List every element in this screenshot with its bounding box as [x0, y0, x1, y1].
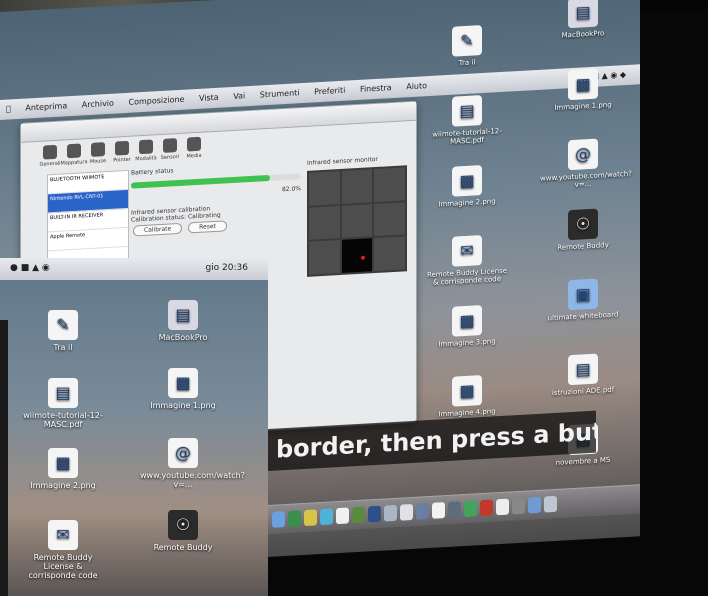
folder-icon: ▣: [568, 278, 598, 311]
license-icon: ✉: [452, 235, 482, 267]
dock-app-icon[interactable]: [320, 508, 333, 526]
dock: [266, 484, 640, 535]
battery-progress-fill: [131, 174, 271, 189]
dock-trash-icon[interactable]: [544, 495, 557, 513]
overlay-icon-image-1[interactable]: ▩ Immagine 1.png: [140, 368, 226, 410]
overlay-icon-pdf[interactable]: ▤ wiimote-tutorial-12-MASC.pdf: [20, 378, 106, 429]
dock-app-icon[interactable]: [368, 505, 381, 523]
dock-app-icon[interactable]: [464, 500, 477, 518]
pdf-icon: ▤: [568, 353, 598, 386]
menu-extras-icons[interactable]: ● ■ ▲ ◉: [10, 263, 50, 273]
image-icon: ▩: [452, 305, 482, 337]
menu-item-archivio[interactable]: Archivio: [82, 99, 114, 110]
desktop-icon-remote-buddy[interactable]: ☉ Remote Buddy: [540, 207, 626, 253]
apple-menu-icon[interactable]: : [6, 104, 11, 113]
toolbar-sensors-button[interactable]: Sensori: [161, 138, 179, 165]
pointer-icon: [115, 140, 129, 156]
toolbar-mode-button[interactable]: Modalità: [135, 139, 157, 166]
image-icon: ▩: [48, 448, 78, 478]
ir-point-dot: [360, 255, 365, 260]
overlay-icon-webloc[interactable]: @ www.youtube.com/watch?v=...: [140, 438, 245, 489]
dock-app-icon[interactable]: [448, 501, 461, 518]
dock-app-icon[interactable]: [512, 497, 525, 515]
sensor-active-cell: [341, 238, 373, 273]
overlay-icon-image-2[interactable]: ▩ Immagine 2.png: [20, 448, 106, 490]
dock-app-icon[interactable]: [496, 498, 509, 516]
dock-app-icon[interactable]: [384, 504, 397, 522]
dock-app-icon[interactable]: [336, 507, 349, 525]
menu-item-preferiti[interactable]: Preferiti: [314, 86, 345, 97]
menu-item-strumenti[interactable]: Strumenti: [260, 88, 300, 99]
document-icon: ✎: [48, 310, 78, 340]
menu-clock[interactable]: gio 20:36: [205, 263, 248, 273]
overlay-icon-macbookpro[interactable]: ▤ MacBookPro: [140, 300, 226, 342]
app-icon: ☉: [568, 208, 598, 241]
device-item-apple-remote[interactable]: Apple Remote: [48, 227, 128, 252]
ir-sensor-monitor: Infrared sensor monitor: [307, 154, 407, 277]
desktop-icon-pdf-istruzioni[interactable]: ▤ istruzioni ADE.pdf: [540, 352, 626, 398]
battery-value: 82.0%: [281, 185, 301, 194]
webloc-icon: @: [568, 138, 598, 171]
desktop-icon-file[interactable]: ✎ Tra il: [424, 23, 510, 69]
menu-item-vai[interactable]: Vai: [233, 91, 245, 101]
menu-item-aiuto[interactable]: Aiuto: [406, 81, 427, 91]
mouse-icon: [91, 142, 105, 157]
menu-item-app[interactable]: Anteprima: [25, 101, 67, 112]
desktop-icon-license[interactable]: ✉ Remote Buddy License & corrisponde code: [424, 233, 510, 287]
desktop-icon-folder[interactable]: ▣ ultimate whiteboard: [540, 277, 626, 323]
dock-app-icon[interactable]: [480, 499, 493, 517]
license-icon: ✉: [48, 520, 78, 550]
hard-drive-icon: ▤: [568, 0, 598, 29]
sensor-grid: [307, 165, 407, 277]
image-icon: ▩: [452, 165, 482, 197]
desktop-icon-image-3[interactable]: ▩ Immagine 3.png: [424, 303, 510, 349]
dock-app-icon[interactable]: [288, 510, 301, 527]
desktop-icon-webloc[interactable]: @ www.youtube.com/watch?v=...: [540, 137, 632, 191]
sensor-icon: [163, 138, 177, 153]
hard-drive-icon: ▤: [168, 300, 198, 330]
pdf-icon: ▤: [452, 95, 482, 127]
webloc-icon: @: [168, 438, 198, 468]
dock-app-icon[interactable]: [304, 509, 317, 527]
reset-button[interactable]: Reset: [188, 220, 227, 234]
dock-app-icon[interactable]: [432, 502, 445, 519]
image-icon: ▩: [452, 375, 482, 407]
image-icon: ▩: [168, 368, 198, 398]
menu-item-composizione[interactable]: Composizione: [128, 95, 184, 107]
desktop-icon-image-2[interactable]: ▩ Immagine 2.png: [424, 163, 510, 209]
overlay-menu-bar: ● ■ ▲ ◉ gio 20:36: [0, 258, 268, 280]
overlay-icon-file[interactable]: ✎ Tra il: [20, 310, 106, 352]
dock-app-icon[interactable]: [400, 503, 413, 521]
desktop-icon-image-4[interactable]: ▩ Immagine 4.png: [424, 373, 510, 419]
general-icon: [43, 144, 57, 160]
calibrate-button[interactable]: Calibrate: [133, 222, 183, 237]
toolbar-mapping-button[interactable]: Mappatura: [60, 143, 88, 170]
image-icon: ▩: [568, 68, 598, 101]
dock-app-icon[interactable]: [416, 503, 429, 520]
menu-item-vista[interactable]: Vista: [199, 93, 219, 103]
dock-finder-icon[interactable]: [272, 511, 285, 528]
pdf-icon: ▤: [48, 378, 78, 408]
desktop-icon-image-1[interactable]: ▩ Immagine 1.png: [540, 67, 626, 113]
dock-app-icon[interactable]: [352, 506, 365, 524]
menu-item-finestra[interactable]: Finestra: [360, 83, 392, 94]
overlay-icon-license[interactable]: ✉ Remote Buddy License & corrisponde code: [20, 520, 106, 580]
toolbar-mouse-button[interactable]: Mouse: [89, 142, 107, 169]
toolbar-pointer-button[interactable]: Pointer: [113, 140, 131, 168]
media-icon: [187, 136, 201, 152]
mapping-icon: [67, 143, 81, 159]
toolbar-media-button[interactable]: Media: [185, 136, 203, 164]
dock-folder-icon[interactable]: [528, 496, 541, 514]
desktop-icon-macbookpro[interactable]: ▤ MacBookPro: [540, 0, 626, 41]
overlay-photo: ● ■ ▲ ◉ gio 20:36 ✎ Tra il ▤ MacBookPro ▤ w…: [0, 258, 268, 596]
overlay-icon-remote-buddy[interactable]: ☉ Remote Buddy: [140, 510, 226, 552]
window-edge: [0, 320, 8, 596]
app-icon: ☉: [168, 510, 198, 540]
document-icon: ✎: [452, 25, 482, 57]
toolbar-general-button[interactable]: Generali: [39, 144, 61, 172]
desktop-icon-pdf[interactable]: ▤ wiimote-tutorial-12-MASC.pdf: [424, 93, 510, 147]
mode-icon: [139, 139, 153, 155]
